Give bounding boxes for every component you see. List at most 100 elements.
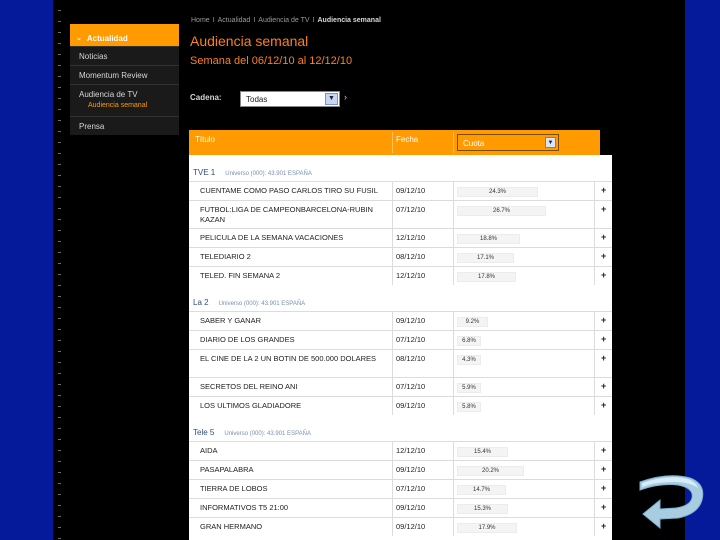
edge-mark bbox=[58, 505, 61, 506]
column-divider bbox=[594, 229, 595, 247]
edge-mark bbox=[58, 516, 61, 517]
table-row[interactable]: FUTBOL:LIGA DE CAMPEONBARCELONA-RUBIN KA… bbox=[189, 200, 612, 228]
expand-plus-icon[interactable]: + bbox=[601, 315, 606, 325]
program-title: INFORMATIVOS T5 21:00 bbox=[200, 503, 289, 512]
table-row[interactable]: PASAPALABRA 09/12/10 20.2% + bbox=[189, 460, 612, 479]
sidebar-item-audiencia-semanal[interactable]: Audiencia semanal bbox=[70, 101, 179, 113]
share-bar: 17.9% bbox=[457, 523, 517, 533]
edge-mark bbox=[58, 219, 61, 220]
program-date: 12/12/10 bbox=[396, 233, 426, 242]
table-row[interactable]: INFORMATIVOS T5 21:00 09/12/10 15.3% + bbox=[189, 498, 612, 517]
program-date: 12/12/10 bbox=[396, 271, 426, 280]
table-row[interactable]: GRAN HERMANO 09/12/10 17.9% + bbox=[189, 517, 612, 536]
edge-mark bbox=[58, 395, 61, 396]
column-divider bbox=[392, 397, 393, 415]
sidebar-item-prensa[interactable]: Prensa bbox=[70, 116, 179, 135]
table-row[interactable]: PELICULA DE LA SEMANA VACACIONES 12/12/10… bbox=[189, 228, 612, 247]
sidebar-item-noticias[interactable]: Noticias bbox=[70, 46, 179, 65]
chevron-down-icon: ⌄ bbox=[76, 35, 82, 42]
column-divider bbox=[453, 378, 454, 396]
column-divider bbox=[392, 518, 393, 536]
column-divider bbox=[594, 499, 595, 517]
breadcrumb-audiencia-tv[interactable]: Audiencia de TV bbox=[258, 17, 309, 24]
cadena-select[interactable]: Todas ▼ bbox=[240, 91, 340, 107]
expand-plus-icon[interactable]: + bbox=[601, 334, 606, 344]
expand-plus-icon[interactable]: + bbox=[601, 483, 606, 493]
table-row[interactable]: AIDA 12/12/10 15.4% + bbox=[189, 441, 612, 460]
column-divider bbox=[392, 378, 393, 396]
edge-mark bbox=[58, 230, 61, 231]
column-divider bbox=[594, 267, 595, 285]
column-divider bbox=[392, 132, 393, 153]
sidebar-item-momentum-review[interactable]: Momentum Review bbox=[70, 65, 179, 84]
dropdown-arrow-icon[interactable]: ▼ bbox=[325, 93, 338, 105]
column-divider bbox=[594, 331, 595, 349]
share-bar: 5.9% bbox=[457, 383, 481, 393]
expand-plus-icon[interactable]: + bbox=[601, 251, 606, 261]
table-row[interactable]: TIERRA DE LOBOS 07/12/10 14.7% + bbox=[189, 479, 612, 498]
edge-mark bbox=[58, 439, 61, 440]
column-divider bbox=[392, 201, 393, 228]
sidebar-item-label: Actualidad bbox=[86, 33, 128, 43]
column-divider bbox=[453, 132, 454, 153]
edge-mark bbox=[58, 417, 61, 418]
table-row[interactable]: TELED. FIN SEMANA 2 12/12/10 17.8% + bbox=[189, 266, 612, 285]
program-title: GRAN HERMANO bbox=[200, 522, 263, 531]
edge-mark bbox=[58, 21, 61, 22]
column-divider bbox=[453, 248, 454, 266]
expand-plus-icon[interactable]: + bbox=[601, 381, 606, 391]
edge-mark bbox=[58, 307, 61, 308]
program-title: CUENTAME COMO PASO CARLOS TIRO SU FUSIL bbox=[200, 186, 378, 195]
expand-plus-icon[interactable]: + bbox=[601, 353, 606, 363]
expand-plus-icon[interactable]: + bbox=[601, 445, 606, 455]
edge-mark bbox=[58, 186, 61, 187]
table-row[interactable]: CUENTAME COMO PASO CARLOS TIRO SU FUSIL 0… bbox=[189, 181, 612, 200]
column-header-title[interactable]: Título bbox=[195, 135, 215, 144]
edge-mark bbox=[58, 527, 61, 528]
cuota-select[interactable]: Cuota ▼ bbox=[457, 134, 559, 151]
program-date: 07/12/10 bbox=[396, 484, 426, 493]
expand-plus-icon[interactable]: + bbox=[601, 502, 606, 512]
table-row[interactable]: EL CINE DE LA 2 UN BOTIN DE 500.000 DOLA… bbox=[189, 349, 612, 377]
program-date: 09/12/10 bbox=[396, 401, 426, 410]
column-divider bbox=[453, 442, 454, 460]
expand-plus-icon[interactable]: + bbox=[601, 400, 606, 410]
column-divider bbox=[392, 312, 393, 330]
edge-mark bbox=[58, 494, 61, 495]
sidebar-item-audiencia-tv[interactable]: Audiencia de TV bbox=[70, 89, 179, 101]
breadcrumb-actualidad[interactable]: Actualidad bbox=[218, 17, 251, 24]
expand-plus-icon[interactable]: + bbox=[601, 204, 606, 214]
expand-plus-icon[interactable]: + bbox=[601, 464, 606, 474]
table-row[interactable]: DIARIO DE LOS GRANDES 07/12/10 6.8% + bbox=[189, 330, 612, 349]
channel-universe: Universo (000): 43.901 ESPAÑA bbox=[224, 431, 311, 437]
column-divider bbox=[392, 442, 393, 460]
edge-mark bbox=[58, 483, 61, 484]
breadcrumb-current: Audiencia semanal bbox=[317, 17, 381, 24]
page-title: Audiencia semanal bbox=[190, 33, 309, 49]
share-bar: 17.8% bbox=[457, 272, 516, 282]
chevron-right-icon[interactable]: › bbox=[344, 92, 347, 102]
sidebar-item-actualidad[interactable]: ⌄ Actualidad bbox=[70, 24, 179, 46]
breadcrumb-home[interactable]: Home bbox=[191, 17, 210, 24]
edge-mark bbox=[58, 164, 61, 165]
expand-plus-icon[interactable]: + bbox=[601, 232, 606, 242]
table-row[interactable]: LOS ULTIMOS GLADIADORE 09/12/10 5.8% + bbox=[189, 396, 612, 415]
expand-plus-icon[interactable]: + bbox=[601, 521, 606, 531]
dropdown-arrow-icon[interactable]: ▼ bbox=[545, 137, 556, 148]
program-date: 09/12/10 bbox=[396, 522, 426, 531]
program-title: PASAPALABRA bbox=[200, 465, 254, 474]
column-divider bbox=[392, 267, 393, 285]
table-row[interactable]: TELEDIARIO 2 08/12/10 17.1% + bbox=[189, 247, 612, 266]
share-bar: 9.2% bbox=[457, 317, 488, 327]
program-date: 09/12/10 bbox=[396, 503, 426, 512]
expand-plus-icon[interactable]: + bbox=[601, 270, 606, 280]
edge-mark bbox=[58, 131, 61, 132]
share-bar: 15.4% bbox=[457, 447, 508, 457]
table-row[interactable]: SABER Y GANAR 09/12/10 9.2% + bbox=[189, 311, 612, 330]
return-arrow-icon[interactable] bbox=[638, 470, 706, 536]
expand-plus-icon[interactable]: + bbox=[601, 185, 606, 195]
table-row[interactable]: SECRETOS DEL REINO ANI 07/12/10 5.9% + bbox=[189, 377, 612, 396]
channel-group-header: La 2 Universo (000): 43.901 ESPAÑA bbox=[189, 285, 612, 311]
column-divider bbox=[392, 461, 393, 479]
column-header-date[interactable]: Fecha bbox=[396, 135, 418, 144]
